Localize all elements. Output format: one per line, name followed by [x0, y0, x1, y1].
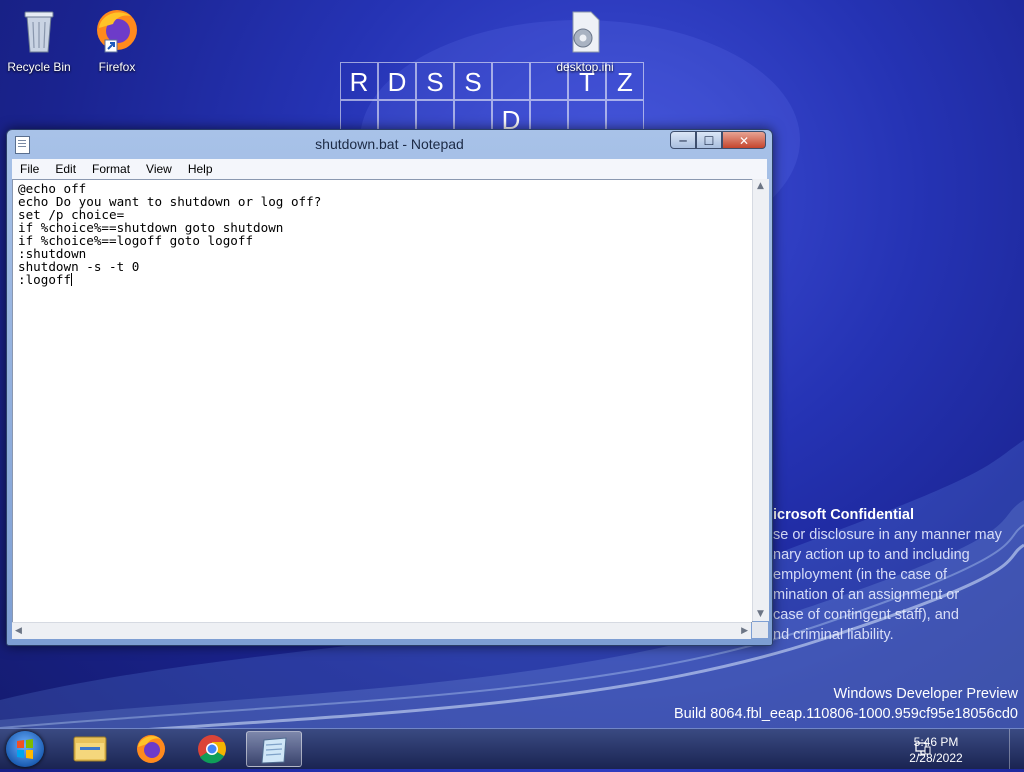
notepad-window[interactable]: shutdown.bat - Notepad ─ ☐ ✕ File Edit F… — [6, 129, 773, 646]
taskbar-notepad[interactable] — [246, 731, 302, 767]
file-explorer-icon — [73, 736, 107, 762]
vertical-scrollbar[interactable]: ▲ ▼ — [752, 179, 769, 621]
menu-format[interactable]: Format — [84, 162, 138, 176]
scroll-down-icon[interactable]: ▼ — [757, 609, 764, 619]
start-button[interactable] — [6, 731, 44, 767]
tile: S — [454, 62, 492, 100]
recycle-bin-icon — [24, 11, 54, 53]
text-caret — [71, 273, 73, 286]
notepad-icon — [261, 737, 287, 764]
firefox-label: Firefox — [98, 60, 136, 74]
horizontal-scrollbar[interactable]: ◀ ▶ — [12, 622, 751, 639]
watermark-line: employment (in the case of — [773, 567, 948, 583]
maximize-button[interactable]: ☐ — [696, 131, 722, 149]
scroll-up-icon[interactable]: ▲ — [757, 181, 764, 191]
minimize-button[interactable]: ─ — [670, 131, 696, 149]
chrome-icon — [198, 735, 226, 764]
watermark-line: mination of an assignment or — [773, 587, 960, 603]
watermark-line: nd criminal liability. — [773, 627, 894, 643]
taskbar-explorer[interactable] — [62, 731, 118, 767]
close-button[interactable]: ✕ — [722, 131, 766, 149]
build-info: Windows Developer Preview Build 8064.fbl… — [674, 684, 1018, 724]
watermark-heading: icrosoft Confidential — [773, 507, 914, 523]
watermark-line: case of contingent staff), and — [773, 607, 959, 623]
watermark-line: se or disclosure in any manner may — [773, 527, 1002, 543]
text-editor[interactable]: @echo off echo Do you want to shutdown o… — [12, 179, 753, 623]
tile: R — [340, 62, 378, 100]
taskbar: 5:46 PM 2/28/2022 — [0, 728, 1024, 769]
menu-edit[interactable]: Edit — [47, 162, 84, 176]
clock[interactable]: 5:46 PM 2/28/2022 — [896, 734, 976, 766]
tile — [492, 62, 530, 100]
size-grip[interactable] — [752, 622, 768, 638]
windows-start-icon — [17, 739, 33, 759]
menu-help[interactable]: Help — [180, 162, 221, 176]
menu-view[interactable]: View — [138, 162, 180, 176]
window-title: shutdown.bat - Notepad — [315, 136, 464, 152]
tile: S — [416, 62, 454, 100]
clock-date: 2/28/2022 — [909, 751, 963, 765]
tile: Z — [606, 62, 644, 100]
tile — [530, 62, 568, 100]
title-bar[interactable]: shutdown.bat - Notepad ─ ☐ ✕ — [7, 130, 772, 158]
firefox-icon — [137, 735, 165, 763]
taskbar-chrome[interactable] — [184, 731, 240, 767]
firefox-icon — [97, 10, 137, 53]
window-controls: ─ ☐ ✕ — [670, 131, 766, 149]
watermark-line: nary action up to and including — [773, 547, 970, 563]
scroll-right-icon[interactable]: ▶ — [741, 626, 748, 636]
tile: T — [568, 62, 606, 100]
editor-content[interactable]: @echo off echo Do you want to shutdown o… — [18, 181, 321, 287]
scroll-left-icon[interactable]: ◀ — [15, 626, 22, 636]
menu-file[interactable]: File — [12, 162, 47, 176]
settings-file-icon — [572, 11, 600, 53]
tile: D — [378, 62, 416, 100]
menu-bar: File Edit Format View Help — [12, 159, 767, 179]
clock-time: 5:46 PM — [913, 735, 959, 749]
show-desktop-button[interactable] — [1009, 729, 1024, 769]
recycle-bin-shortcut[interactable]: Recycle Bin — [4, 6, 74, 74]
confidential-watermark: icrosoft Confidential se or disclosure i… — [773, 505, 1002, 645]
recycle-bin-label: Recycle Bin — [7, 60, 71, 74]
build-number: Build 8064.fbl_eeap.110806-1000.959cf95e… — [673, 706, 1018, 722]
firefox-shortcut[interactable]: Firefox — [82, 6, 152, 74]
taskbar-firefox[interactable] — [123, 731, 179, 767]
os-edition: Windows Developer Preview — [833, 686, 1018, 702]
